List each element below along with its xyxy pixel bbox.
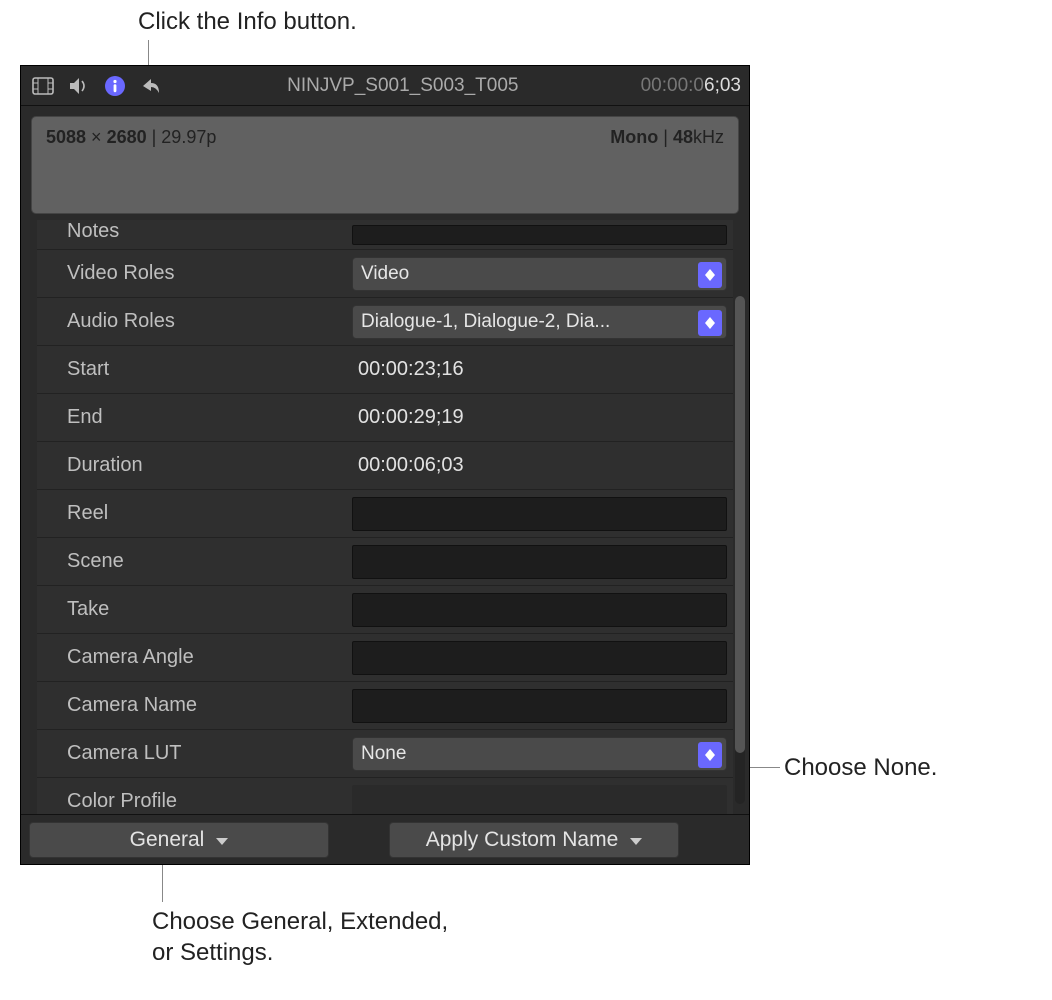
- share-inspector-icon[interactable]: [137, 72, 165, 100]
- metadata-view-button[interactable]: General: [29, 822, 329, 858]
- duration-value: 00:00:06;03: [352, 454, 464, 477]
- timecode-bright: 6;03: [704, 75, 741, 96]
- camera-lut-row: Camera LUT None: [37, 730, 733, 778]
- reel-row: Reel: [37, 490, 733, 538]
- video-format-label: 5088 × 2680 | 29.97p: [46, 127, 216, 203]
- audio-inspector-icon[interactable]: [65, 72, 93, 100]
- camera-lut-select[interactable]: None: [352, 737, 727, 771]
- inspector-toolbar: NINJVP_S001_S003_T005 00:00:06;03: [21, 66, 749, 106]
- video-roles-value: Video: [361, 263, 409, 285]
- info-inspector-icon[interactable]: [101, 72, 129, 100]
- camera-lut-value: None: [361, 743, 406, 765]
- end-label: End: [37, 394, 352, 441]
- chevron-down-icon: [216, 828, 228, 852]
- camera-angle-label: Camera Angle: [37, 634, 352, 681]
- dropdown-arrows-icon: [698, 310, 722, 336]
- timecode-dim: 00:00:0: [641, 75, 704, 96]
- notes-row: Notes: [37, 220, 733, 250]
- take-input[interactable]: [352, 593, 727, 627]
- audio-roles-label: Audio Roles: [37, 298, 352, 345]
- inspector-bottom-bar: General Apply Custom Name: [21, 814, 749, 864]
- format-banner: 5088 × 2680 | 29.97p Mono | 48kHz: [31, 116, 739, 214]
- duration-row: Duration 00:00:06;03: [37, 442, 733, 490]
- notes-input[interactable]: [352, 225, 727, 245]
- notes-label: Notes: [37, 220, 352, 249]
- camera-angle-row: Camera Angle: [37, 634, 733, 682]
- timecode-display: 00:00:06;03: [641, 75, 741, 97]
- camera-name-label: Camera Name: [37, 682, 352, 729]
- scrollbar[interactable]: [735, 296, 745, 804]
- metadata-view-label: General: [130, 828, 205, 852]
- scrollbar-thumb[interactable]: [735, 296, 745, 753]
- video-inspector-icon[interactable]: [29, 72, 57, 100]
- dropdown-arrows-icon: [698, 262, 722, 288]
- dropdown-arrows-icon: [698, 742, 722, 768]
- camera-name-row: Camera Name: [37, 682, 733, 730]
- duration-label: Duration: [37, 442, 352, 489]
- scene-input[interactable]: [352, 545, 727, 579]
- apply-custom-name-label: Apply Custom Name: [426, 828, 619, 852]
- camera-lut-label: Camera LUT: [37, 730, 352, 777]
- callout-lut: Choose None.: [784, 752, 937, 783]
- audio-roles-value: Dialogue-1, Dialogue-2, Dia...: [361, 311, 610, 333]
- end-value[interactable]: 00:00:29;19: [352, 406, 464, 429]
- start-label: Start: [37, 346, 352, 393]
- audio-roles-row: Audio Roles Dialogue-1, Dialogue-2, Dia.…: [37, 298, 733, 346]
- video-roles-label: Video Roles: [37, 250, 352, 297]
- audio-roles-select[interactable]: Dialogue-1, Dialogue-2, Dia...: [352, 305, 727, 339]
- video-roles-select[interactable]: Video: [352, 257, 727, 291]
- camera-angle-input[interactable]: [352, 641, 727, 675]
- reel-input[interactable]: [352, 497, 727, 531]
- scene-label: Scene: [37, 538, 352, 585]
- take-row: Take: [37, 586, 733, 634]
- audio-format-label: Mono | 48kHz: [610, 127, 724, 203]
- start-value[interactable]: 00:00:23;16: [352, 358, 464, 381]
- clip-name-label: NINJVP_S001_S003_T005: [173, 75, 633, 97]
- take-label: Take: [37, 586, 352, 633]
- leader-line: [162, 860, 163, 902]
- chevron-down-icon: [630, 828, 642, 852]
- apply-custom-name-button[interactable]: Apply Custom Name: [389, 822, 679, 858]
- callout-info: Click the Info button.: [138, 6, 357, 37]
- reel-label: Reel: [37, 490, 352, 537]
- video-roles-row: Video Roles Video: [37, 250, 733, 298]
- info-inspector-panel: NINJVP_S001_S003_T005 00:00:06;03 5088 ×…: [20, 65, 750, 865]
- scene-row: Scene: [37, 538, 733, 586]
- callout-view: Choose General, Extended, or Settings.: [152, 906, 452, 968]
- end-row: End 00:00:29;19: [37, 394, 733, 442]
- camera-name-input[interactable]: [352, 689, 727, 723]
- metadata-fields: Notes Video Roles Video Audio Roles Dial…: [37, 220, 733, 826]
- start-row: Start 00:00:23;16: [37, 346, 733, 394]
